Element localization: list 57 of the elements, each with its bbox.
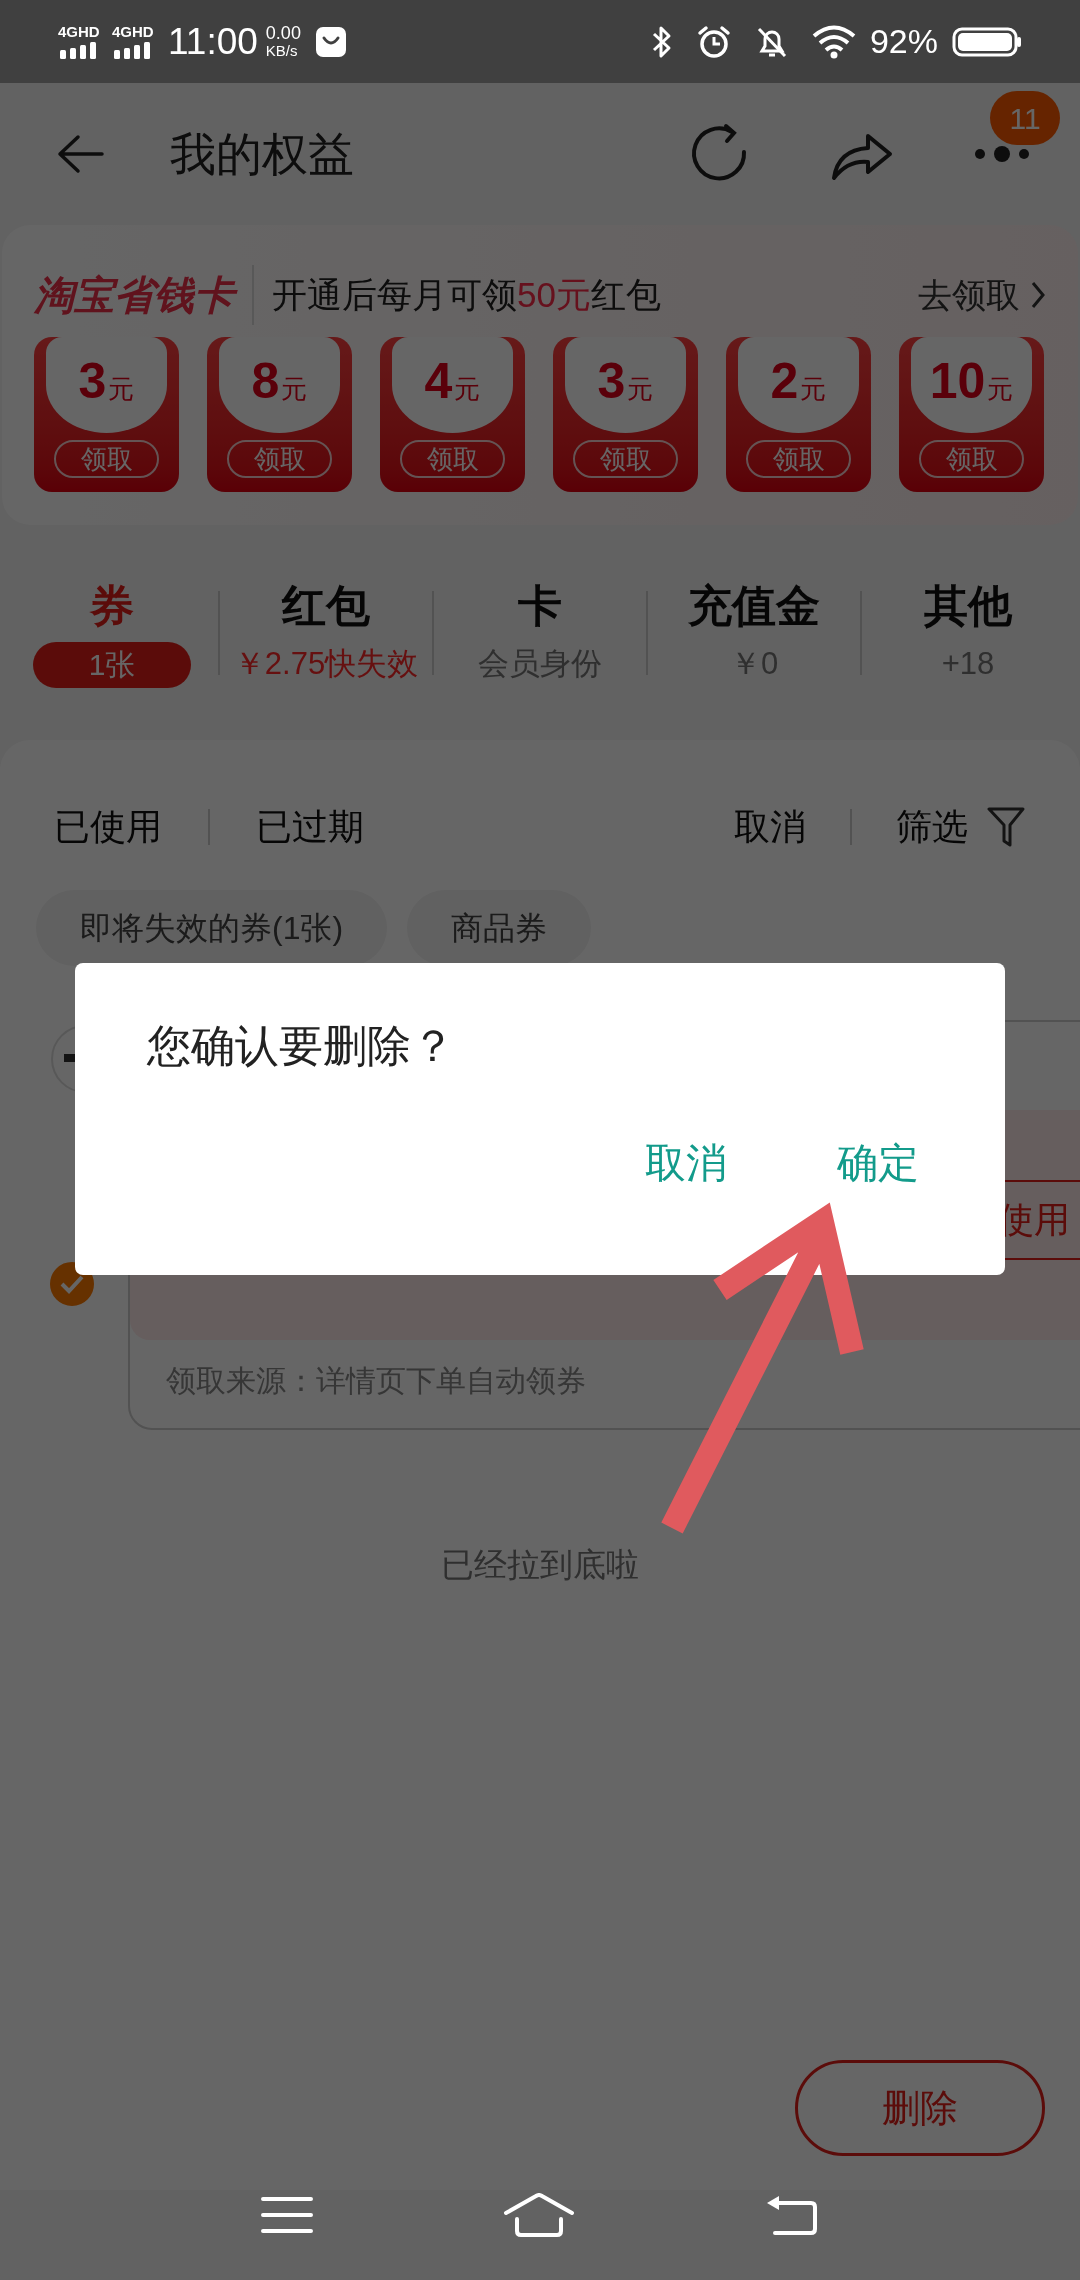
alarm-icon bbox=[695, 23, 732, 60]
more-icon[interactable] bbox=[974, 144, 1030, 164]
filter-tab[interactable]: 已使用 bbox=[54, 800, 162, 854]
claim-button[interactable]: 领取 bbox=[227, 440, 332, 478]
coupon-tile[interactable]: 2元 领取 bbox=[726, 337, 871, 492]
delete-button[interactable]: 删除 bbox=[795, 2060, 1045, 2156]
cancel-link[interactable]: 取消 bbox=[734, 800, 806, 854]
claim-button[interactable]: 领取 bbox=[746, 440, 851, 478]
coupon-amount: 4元 bbox=[424, 353, 481, 411]
clock-time: 11:00 bbox=[168, 19, 258, 64]
promo-text: 开通后每月可领50元红包 bbox=[272, 273, 662, 316]
filter-tab[interactable]: 已过期 bbox=[256, 800, 364, 854]
tab-label[interactable]: 其他 bbox=[924, 577, 1012, 634]
filter-chip[interactable]: 即将失效的券(1张) bbox=[36, 890, 388, 966]
menu-icon[interactable] bbox=[261, 2195, 313, 2235]
claim-link[interactable]: 去领取 bbox=[918, 269, 1020, 321]
tab-label[interactable]: 红包 bbox=[282, 577, 370, 634]
battery-percent: 92% bbox=[869, 21, 938, 62]
coupon-amount: 3元 bbox=[78, 353, 135, 411]
claim-button[interactable]: 领取 bbox=[54, 440, 159, 478]
tab-label[interactable]: 券 bbox=[90, 577, 134, 634]
tab-subtitle: 1张 bbox=[32, 641, 192, 688]
coupon-amount: 3元 bbox=[597, 353, 654, 411]
tab-subtitle: ￥2.75快失效 bbox=[233, 645, 419, 684]
back-icon[interactable] bbox=[765, 2193, 819, 2237]
wifi-icon bbox=[811, 24, 856, 59]
filter-chip[interactable]: 商品券 bbox=[407, 890, 592, 966]
network-label: 4GHD bbox=[112, 23, 154, 40]
notification-badge: 11 bbox=[990, 91, 1060, 145]
chevron-right-icon bbox=[1030, 280, 1046, 310]
brand-logo-text: 淘宝省钱卡 bbox=[34, 265, 254, 325]
filter-button[interactable]: 筛选 bbox=[896, 800, 1026, 854]
coupon-tile[interactable]: 10元 领取 bbox=[899, 337, 1044, 492]
claim-button[interactable]: 领取 bbox=[400, 440, 505, 478]
claim-button[interactable]: 领取 bbox=[919, 440, 1024, 478]
network-speed: 0.00 bbox=[265, 24, 301, 42]
dialog-button[interactable]: 确定 bbox=[827, 1133, 929, 1195]
coupon-tile[interactable]: 3元 领取 bbox=[34, 337, 179, 492]
tab-label[interactable]: 卡 bbox=[518, 577, 562, 634]
filter-icon bbox=[986, 805, 1026, 849]
speed-unit: KB/s bbox=[265, 41, 299, 59]
dialog-message: 您确认要删除？ bbox=[147, 1020, 456, 1072]
page-title: 我的权益 bbox=[170, 126, 355, 182]
coupon-tile[interactable]: 4元 领取 bbox=[380, 337, 525, 492]
shopping-bag-icon bbox=[314, 25, 347, 58]
coupon-tile[interactable]: 3元 领取 bbox=[553, 337, 698, 492]
dialog-button[interactable]: 取消 bbox=[635, 1133, 737, 1195]
coupon-tile[interactable]: 8元 领取 bbox=[207, 337, 352, 492]
tab-label[interactable]: 充值金 bbox=[688, 577, 820, 634]
coupon-amount: 10元 bbox=[929, 353, 1014, 411]
battery-icon bbox=[952, 25, 1022, 58]
home-icon[interactable] bbox=[503, 2193, 575, 2237]
network-label: 4GHD bbox=[58, 23, 100, 40]
coupon-amount: 2元 bbox=[770, 353, 827, 411]
claim-button[interactable]: 领取 bbox=[573, 440, 678, 478]
coupon-amount: 8元 bbox=[251, 353, 308, 411]
back-arrow-icon[interactable] bbox=[56, 134, 104, 174]
